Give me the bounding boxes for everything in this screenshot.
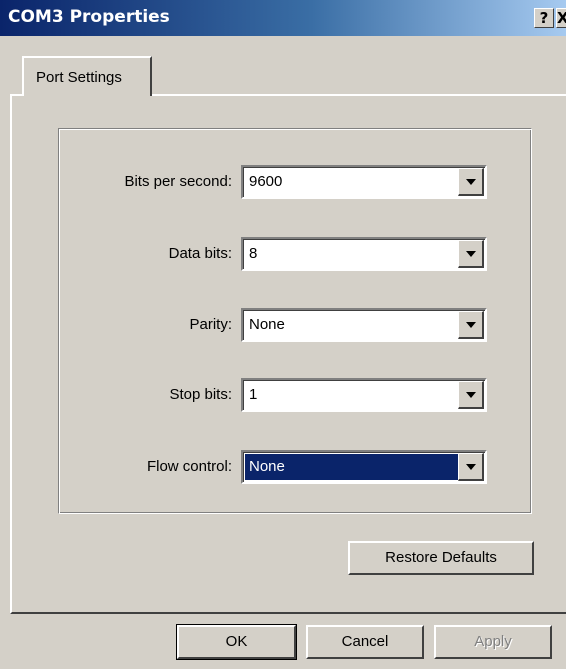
flow-control-select[interactable]: None: [241, 450, 487, 484]
chevron-down-icon[interactable]: [458, 381, 484, 409]
flow-control-value: None: [249, 458, 285, 475]
restore-defaults-label: Restore Defaults: [385, 549, 497, 566]
data-bits-value: 8: [249, 245, 258, 262]
stop-bits-value: 1: [249, 386, 258, 403]
com3-properties-window: COM3 Properties ? X Port Settings Bits p…: [0, 0, 566, 669]
window-title: COM3 Properties: [8, 7, 170, 27]
ok-label: OK: [225, 633, 248, 650]
bits-per-second-value: 9600: [249, 173, 283, 190]
chevron-down-icon[interactable]: [458, 168, 484, 196]
parity-select[interactable]: None: [241, 308, 487, 342]
bits-per-second-label: Bits per second:: [124, 173, 232, 190]
title-bar[interactable]: COM3 Properties ? X: [0, 0, 566, 36]
tab-port-settings[interactable]: Port Settings: [22, 56, 152, 96]
parity-value: None: [249, 316, 285, 333]
parity-label: Parity:: [189, 316, 232, 333]
stop-bits-label: Stop bits:: [169, 386, 232, 403]
chevron-down-icon[interactable]: [458, 311, 484, 339]
help-icon[interactable]: ?: [534, 8, 554, 28]
cancel-label: Cancel: [341, 633, 389, 650]
apply-label: Apply: [474, 633, 512, 650]
bits-per-second-select[interactable]: 9600: [241, 165, 487, 199]
ok-button[interactable]: OK: [176, 624, 297, 660]
flow-control-label: Flow control:: [146, 458, 232, 475]
restore-defaults-button[interactable]: Restore Defaults: [348, 541, 534, 575]
stop-bits-select[interactable]: 1: [241, 378, 487, 412]
tab-label: Port Settings: [36, 69, 122, 86]
chevron-down-icon[interactable]: [458, 453, 484, 481]
close-icon[interactable]: X: [556, 8, 566, 28]
cancel-button[interactable]: Cancel: [306, 625, 424, 659]
data-bits-select[interactable]: 8: [241, 237, 487, 271]
chevron-down-icon[interactable]: [458, 240, 484, 268]
apply-button: Apply: [434, 625, 552, 659]
data-bits-label: Data bits:: [168, 245, 232, 262]
